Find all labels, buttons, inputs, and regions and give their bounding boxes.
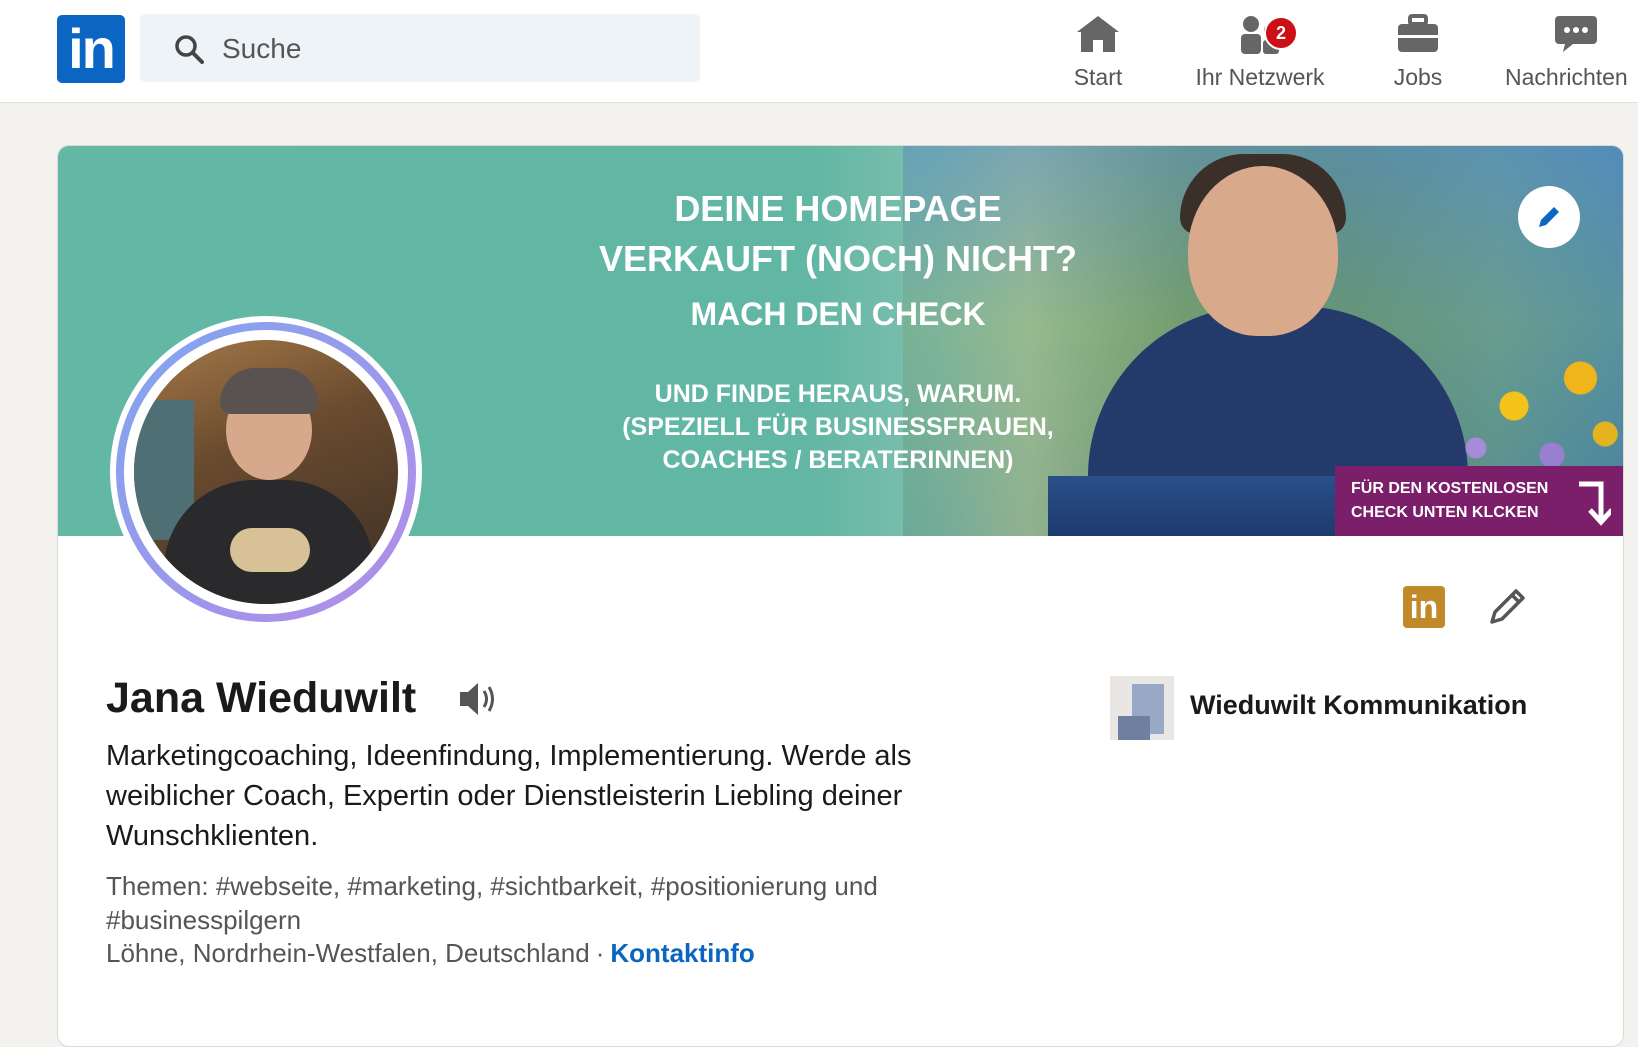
nav-item-start[interactable]: Start <box>1058 12 1138 92</box>
top-navigation-bar: in Start 2 Ihr Netzwerk <box>0 0 1638 103</box>
briefcase-icon <box>1378 12 1458 56</box>
separator: · <box>595 938 605 968</box>
banner-description: UND FINDE HERAUS, WARUM. (SPEZIELL FÜR B… <box>622 380 1054 474</box>
pencil-icon <box>1539 207 1559 227</box>
nav-item-network[interactable]: 2 Ihr Netzwerk <box>1180 12 1340 92</box>
pencil-icon <box>1490 589 1525 624</box>
company-name: Wieduwilt Kommunikation <box>1190 690 1528 720</box>
nav-label-network: Ihr Netzwerk <box>1195 64 1325 90</box>
profile-photo[interactable] <box>110 316 422 628</box>
linkedin-badge-icon[interactable]: in <box>1403 586 1445 628</box>
nav-item-messaging[interactable]: Nachrichten <box>1505 12 1638 92</box>
edit-profile-button[interactable] <box>1478 576 1538 636</box>
profile-headline: Marketingcoaching, Ideenfindung, Impleme… <box>106 740 912 852</box>
profile-name: Jana Wieduwilt <box>106 674 417 722</box>
profile-location: Löhne, Nordrhein-Westfalen, Deutschland ·… <box>106 938 755 969</box>
profile-card: DEINE HOMEPAGE VERKAUFT (NOCH) NICHT? MA… <box>57 145 1624 1047</box>
home-icon <box>1058 12 1138 56</box>
nav-label-messaging: Nachrichten <box>1505 64 1628 90</box>
notification-badge: 2 <box>1264 16 1298 50</box>
nav-item-jobs[interactable]: Jobs <box>1378 12 1458 92</box>
nav-label-start: Start <box>1073 64 1123 90</box>
name-pronunciation-button[interactable] <box>456 679 500 724</box>
avatar <box>134 340 398 604</box>
banner-cta-box: FÜR DEN KOSTENLOSEN CHECK UNTEN KLCKEN <box>1335 466 1623 536</box>
network-icon <box>1180 12 1340 56</box>
search-bar[interactable] <box>140 14 700 84</box>
search-icon <box>175 35 204 64</box>
company-logo <box>1110 676 1174 740</box>
location-text: Löhne, Nordrhein-Westfalen, Deutschland <box>106 938 590 968</box>
banner-headline: DEINE HOMEPAGE VERKAUFT (NOCH) NICHT? <box>599 188 1077 279</box>
nav-label-jobs: Jobs <box>1393 64 1443 90</box>
linkedin-logo-icon[interactable]: in <box>57 15 125 83</box>
contact-info-link[interactable]: Kontaktinfo <box>610 938 754 968</box>
edit-banner-button[interactable] <box>1518 186 1580 248</box>
banner-flowers <box>1438 336 1623 476</box>
speaker-icon <box>460 683 494 715</box>
profile-topics: Themen: #webseite, #marketing, #sichtbar… <box>106 871 878 935</box>
messaging-icon <box>1505 12 1638 56</box>
banner-subheadline: MACH DEN CHECK <box>690 296 986 332</box>
arrow-down-icon <box>1579 481 1611 526</box>
search-input[interactable] <box>220 14 684 84</box>
